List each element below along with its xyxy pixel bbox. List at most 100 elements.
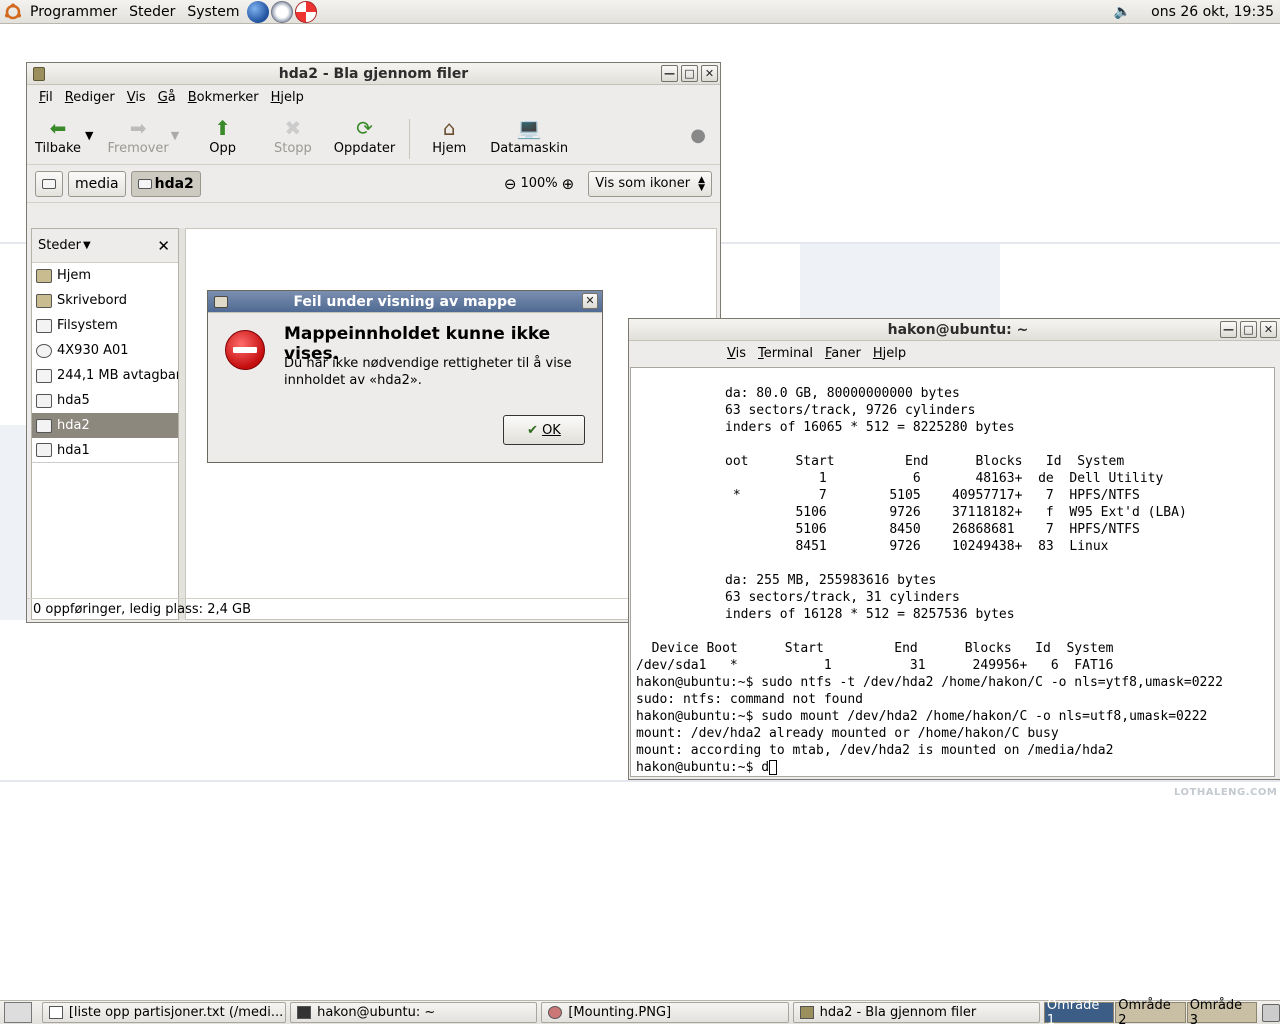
menu-faner[interactable]: Faner — [819, 346, 867, 361]
wallpaper-line — [0, 780, 1280, 782]
sidebar-header: Steder ▼ ✕ — [32, 229, 178, 263]
forward-button[interactable]: ➡ Fremover — [100, 115, 177, 156]
top-panel: Programmer Steder System 🔈 ons 26 okt, 1… — [0, 0, 1280, 24]
sidebar-type-select[interactable]: Steder — [38, 238, 81, 253]
sidebar-item-label: hda2 — [57, 418, 90, 433]
terminal-titlebar[interactable]: hakon@ubuntu: ~ — □ ✕ — [629, 319, 1280, 341]
dialog-close-button[interactable]: ✕ — [582, 293, 598, 309]
sidebar-item-hda2[interactable]: hda2 — [32, 413, 178, 438]
menu-hjelp[interactable]: Hjelp — [867, 346, 912, 361]
menu-system[interactable]: System — [181, 0, 245, 24]
terminal-title: hakon@ubuntu: ~ — [887, 322, 1029, 338]
terminal-line: inders of 16128 * 512 = 8257536 bytes — [725, 607, 1015, 622]
reload-icon: ⟳ — [356, 116, 373, 140]
terminal-line: inders of 16065 * 512 = 8225280 bytes — [725, 420, 1015, 435]
terminal-output[interactable]: da: 80.0 GB, 80000000000 bytes 63 sectors… — [630, 367, 1275, 777]
ubuntu-logo-icon[interactable] — [4, 3, 22, 21]
terminal-line: 1 6 48163+ de Dell Utility — [725, 471, 1164, 486]
file-window-title: hda2 - Bla gjennom filer — [278, 66, 469, 82]
maximize-button[interactable]: □ — [681, 65, 698, 82]
maximize-button[interactable]: □ — [1240, 321, 1257, 338]
workspace-3[interactable]: Område 3 — [1186, 998, 1258, 1028]
task-file-browser[interactable]: hda2 - Bla gjennom filer — [792, 1002, 1040, 1023]
help-lifebuoy-icon[interactable] — [294, 0, 317, 23]
sidebar-close-icon[interactable]: ✕ — [157, 237, 170, 255]
task-image-viewer[interactable]: [Mounting.PNG] — [541, 1002, 789, 1023]
volume-icon[interactable]: 🔈 — [1114, 4, 1145, 20]
sidebar-item-removable[interactable]: 244,1 MB avtagbart — [32, 363, 178, 388]
terminal-menubar: Vis Terminal Faner Hjelp — [629, 341, 1280, 365]
sidebar-item-label: Hjem — [57, 268, 92, 283]
mail-clock-icon[interactable] — [270, 0, 293, 23]
task-label: [Mounting.PNG] — [568, 1005, 672, 1020]
reload-button[interactable]: ⟳ Oppdater — [326, 115, 403, 156]
terminal-line: da: 80.0 GB, 80000000000 bytes — [725, 386, 960, 401]
terminal-line: 63 sectors/track, 9726 cylinders — [725, 403, 976, 418]
file-toolbar: ⬅ Tilbake ▼ ➡ Fremover ▼ ⬆ Opp ✖ Stopp ⟳… — [27, 109, 720, 165]
sidebar-item-label: hda5 — [57, 393, 90, 408]
home-button[interactable]: ⌂ Hjem — [424, 115, 474, 156]
zoom-in-icon[interactable]: ⊕ — [562, 175, 575, 193]
up-button[interactable]: ⬆ Opp — [201, 115, 244, 156]
home-icon: ⌂ — [442, 116, 456, 140]
menu-ga[interactable]: Gå — [152, 90, 182, 105]
trash-icon[interactable] — [1262, 1003, 1280, 1022]
menu-programmer[interactable]: Programmer — [24, 0, 123, 24]
toolbar-separator — [409, 119, 411, 159]
wallpaper-shape — [800, 244, 1000, 318]
file-menubar: Fil Rediger Vis Gå Bokmerker Hjelp — [27, 85, 720, 109]
sidebar-item-hjem[interactable]: Hjem — [32, 263, 178, 288]
workspace-2[interactable]: Område 2 — [1115, 998, 1186, 1028]
web-browser-icon[interactable] — [246, 0, 269, 23]
menu-rediger[interactable]: Rediger — [59, 90, 121, 105]
ok-button[interactable]: ✔ OK — [503, 415, 585, 445]
show-desktop-icon[interactable] — [4, 1002, 32, 1023]
menu-hjelp[interactable]: Hjelp — [265, 90, 310, 105]
path-hda2-button[interactable]: hda2 — [130, 170, 201, 197]
menu-bokmerker[interactable]: Bokmerker — [182, 90, 265, 105]
sidebar-item-hda5[interactable]: hda5 — [32, 388, 178, 413]
sidebar-item-skrivebord[interactable]: Skrivebord — [32, 288, 178, 313]
close-button[interactable]: ✕ — [1260, 321, 1277, 338]
removable-drive-icon — [36, 368, 52, 383]
path-root-button[interactable] — [35, 170, 63, 197]
sidebar-item-cdrom[interactable]: 4X930 A01 — [32, 338, 178, 363]
window-menu-icon[interactable] — [33, 67, 45, 81]
menu-vis[interactable]: Vis — [121, 90, 152, 105]
terminal-line: mount: /dev/hda2 already mounted or /hom… — [636, 726, 1059, 741]
sidebar-item-filsystem[interactable]: Filsystem — [32, 313, 178, 338]
harddisk-icon — [36, 318, 52, 333]
path-media-button[interactable]: media — [68, 170, 126, 197]
dialog-titlebar[interactable]: Feil under visning av mappe ✕ — [208, 291, 602, 313]
back-button[interactable]: ⬅ Tilbake — [27, 115, 89, 156]
menu-fil[interactable]: Fil — [33, 90, 59, 105]
task-text-editor[interactable]: [liste opp partisjoner.txt (/medi... — [41, 1002, 287, 1023]
file-window-titlebar[interactable]: hda2 - Bla gjennom filer — □ ✕ — [27, 63, 720, 85]
task-terminal[interactable]: hakon@ubuntu: ~ — [290, 1002, 538, 1023]
terminal-icon — [297, 1006, 312, 1019]
zoom-level[interactable]: 100% — [520, 176, 557, 191]
terminal-line: 8451 9726 10249438+ 83 Linux — [725, 539, 1109, 554]
terminal-line: 63 sectors/track, 31 cylinders — [725, 590, 960, 605]
minimize-button[interactable]: — — [661, 65, 678, 82]
forward-history-dropdown[interactable]: ▼ — [171, 115, 179, 142]
computer-button[interactable]: 💻 Datamaskin — [482, 115, 576, 156]
task-label: hda2 - Bla gjennom filer — [819, 1005, 977, 1020]
view-mode-select[interactable]: Vis som ikoner ▲ ▼ — [588, 170, 712, 197]
minimize-button[interactable]: — — [1220, 321, 1237, 338]
terminal-line: Device Boot Start End Blocks Id System — [636, 641, 1114, 656]
stop-button[interactable]: ✖ Stopp — [266, 115, 320, 156]
zoom-out-icon[interactable]: ⊖ — [504, 175, 517, 193]
workspace-1[interactable]: Område 1 — [1043, 998, 1115, 1028]
chevron-down-icon[interactable]: ▼ — [83, 240, 91, 251]
back-history-dropdown[interactable]: ▼ — [85, 115, 93, 142]
cdrom-icon — [36, 343, 52, 358]
close-button[interactable]: ✕ — [701, 65, 718, 82]
menu-vis[interactable]: Vis — [721, 346, 752, 361]
sidebar-item-label: 244,1 MB avtagbart — [57, 368, 178, 383]
menu-terminal[interactable]: Terminal — [752, 346, 819, 361]
menu-steder[interactable]: Steder — [123, 0, 181, 24]
clock[interactable]: ons 26 okt, 19:35 — [1145, 0, 1280, 24]
sidebar-item-hda1[interactable]: hda1 — [32, 438, 178, 463]
